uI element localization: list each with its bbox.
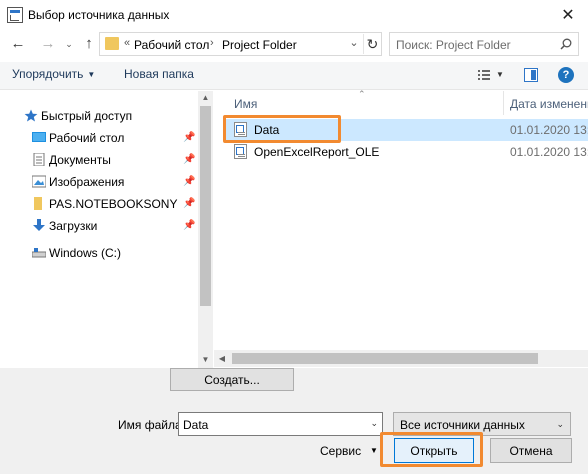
horizontal-scrollbar[interactable]: ◀ bbox=[214, 350, 588, 367]
app-icon bbox=[7, 7, 23, 23]
pin-icon: 📌 bbox=[183, 176, 196, 187]
sidebar-item-label: Документы bbox=[49, 153, 111, 167]
column-header-name[interactable]: Имя bbox=[234, 97, 257, 111]
service-button[interactable]: Сервис bbox=[320, 444, 361, 458]
refresh-icon: ↻ bbox=[366, 36, 379, 52]
column-header-row: ⌃ Имя Дата изменения bbox=[214, 89, 588, 115]
star-icon bbox=[24, 109, 38, 122]
address-dropdown-icon[interactable]: ⌄ bbox=[347, 36, 361, 52]
search-input[interactable] bbox=[396, 37, 546, 52]
breadcrumb-project-folder[interactable]: Project Folder bbox=[222, 38, 297, 52]
preview-pane-icon[interactable] bbox=[524, 68, 538, 82]
breadcrumb-separator-icon[interactable]: › bbox=[210, 37, 214, 49]
help-icon[interactable]: ? bbox=[558, 67, 574, 83]
drive-icon bbox=[32, 248, 46, 258]
file-type-value: Все источники данных bbox=[400, 418, 525, 432]
caret-down-icon[interactable]: ▼ bbox=[370, 444, 378, 458]
highlight-box-data bbox=[223, 115, 341, 143]
command-bar: Упорядочить ▼ Новая папка ▼ ? bbox=[0, 62, 588, 90]
sidebar-item-label: PAS.NOTEBOOKSONY bbox=[49, 197, 178, 211]
forward-button[interactable]: → bbox=[38, 34, 58, 54]
pictures-icon bbox=[32, 175, 46, 188]
view-options-icon[interactable] bbox=[476, 67, 492, 83]
search-icon bbox=[560, 38, 572, 50]
highlight-box-open bbox=[380, 432, 483, 467]
chevron-down-icon: ⌄ bbox=[556, 419, 564, 429]
folder-icon bbox=[34, 197, 42, 210]
cancel-button[interactable]: Отмена bbox=[490, 438, 572, 463]
pin-icon: 📌 bbox=[183, 132, 196, 143]
overflow-chevron-icon[interactable]: « bbox=[124, 37, 130, 49]
organize-label: Упорядочить bbox=[12, 67, 84, 81]
sidebar-item-pas-notebooksony[interactable]: PAS.NOTEBOOKSONY 📌 bbox=[0, 193, 198, 215]
arrow-left-icon: ← bbox=[10, 35, 26, 52]
sidebar-item-label: Изображения bbox=[49, 175, 125, 189]
file-date: 01.01.2020 13:1 bbox=[510, 123, 588, 137]
scrollbar-thumb[interactable] bbox=[200, 106, 211, 306]
desktop-icon bbox=[32, 132, 46, 142]
scroll-down-icon[interactable]: ▼ bbox=[198, 353, 213, 367]
new-folder-button[interactable]: Новая папка bbox=[124, 67, 194, 81]
arrow-right-icon: → bbox=[40, 35, 56, 52]
navigation-pane: Быстрый доступ Рабочий стол 📌 Документы … bbox=[0, 91, 213, 368]
create-button[interactable]: Создать... bbox=[170, 368, 294, 391]
column-header-date[interactable]: Дата изменения bbox=[510, 97, 588, 111]
chevron-down-icon[interactable]: ⌄ bbox=[370, 418, 378, 429]
navigation-scrollbar[interactable]: ▲ ▼ bbox=[198, 91, 213, 368]
caret-down-icon: ▼ bbox=[87, 70, 96, 79]
scroll-up-icon[interactable]: ▲ bbox=[198, 91, 213, 105]
sort-arrow-icon: ⌃ bbox=[358, 89, 366, 99]
dialog-footer: Создать... Имя файла: ⌄ Все источники да… bbox=[0, 368, 588, 474]
sidebar-item-windows-c[interactable]: Windows (C:) bbox=[0, 242, 198, 264]
folder-icon bbox=[105, 37, 119, 50]
close-button[interactable]: ✕ bbox=[548, 0, 588, 30]
up-button[interactable]: ↑ bbox=[80, 34, 98, 54]
refresh-button[interactable]: ↻ bbox=[363, 34, 381, 54]
organize-button[interactable]: Упорядочить ▼ bbox=[12, 67, 95, 81]
pin-icon: 📌 bbox=[183, 198, 196, 209]
search-box[interactable] bbox=[389, 32, 579, 56]
close-icon: ✕ bbox=[561, 7, 575, 24]
sidebar-item-pictures[interactable]: Изображения 📌 bbox=[0, 171, 198, 193]
filename-label: Имя файла: bbox=[118, 418, 185, 432]
file-name: OpenExcelReport_OLE bbox=[254, 145, 380, 159]
pin-icon: 📌 bbox=[183, 154, 196, 165]
scroll-left-icon[interactable]: ◀ bbox=[214, 350, 230, 367]
pin-icon: 📌 bbox=[183, 220, 196, 231]
file-row-openexcelreport-ole[interactable]: OpenExcelReport_OLE 01.01.2020 13:3 bbox=[224, 141, 588, 163]
back-button[interactable]: ← bbox=[8, 34, 28, 54]
sidebar-item-label: Рабочий стол bbox=[49, 131, 125, 145]
downloads-icon bbox=[33, 219, 45, 231]
documents-icon bbox=[33, 153, 45, 166]
address-bar[interactable]: « Рабочий стол › Project Folder ⌄ ↻ bbox=[99, 32, 382, 56]
arrow-up-icon: ↑ bbox=[85, 35, 93, 52]
window-title: Выбор источника данных bbox=[28, 8, 170, 22]
file-date: 01.01.2020 13:3 bbox=[510, 145, 588, 159]
filename-combobox[interactable]: ⌄ bbox=[178, 412, 383, 436]
column-divider[interactable] bbox=[503, 91, 504, 115]
view-menu-caret-icon[interactable]: ▼ bbox=[496, 67, 504, 83]
chevron-down-icon: ⌄ bbox=[65, 39, 73, 49]
sidebar-item-label: Загрузки bbox=[49, 219, 98, 233]
title-bar: Выбор источника данных ✕ bbox=[0, 0, 588, 30]
sidebar-item-label: Быстрый доступ bbox=[41, 109, 133, 123]
sidebar-item-desktop[interactable]: Рабочий стол 📌 bbox=[0, 127, 198, 149]
breadcrumb-desktop[interactable]: Рабочий стол bbox=[134, 38, 209, 52]
data-source-file-icon bbox=[234, 144, 247, 159]
filename-input[interactable] bbox=[183, 417, 363, 432]
scrollbar-thumb[interactable] bbox=[232, 353, 538, 364]
sidebar-item-documents[interactable]: Документы 📌 bbox=[0, 149, 198, 171]
recent-locations-button[interactable]: ⌄ bbox=[62, 34, 76, 54]
sidebar-item-label: Windows (C:) bbox=[49, 246, 122, 260]
sidebar-item-downloads[interactable]: Загрузки 📌 bbox=[0, 215, 198, 237]
sidebar-item-quick-access[interactable]: Быстрый доступ bbox=[0, 105, 198, 127]
